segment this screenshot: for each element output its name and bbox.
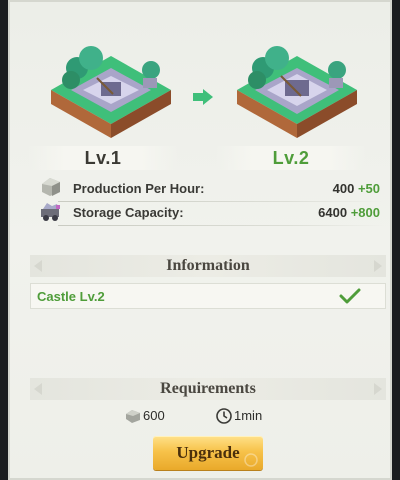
stat-base-value: 400 <box>332 181 355 196</box>
checkmark-icon <box>339 288 361 304</box>
stone-icon <box>126 410 140 423</box>
current-level-label: Lv.1 <box>28 146 178 170</box>
stat-base-value: 6400 <box>318 205 348 220</box>
badge-icon <box>244 453 258 467</box>
header-left-ornament <box>34 260 42 272</box>
stat-label: Production Per Hour: <box>73 181 205 196</box>
cost-requirement: 600 <box>124 406 184 426</box>
arrow-right-icon <box>193 89 213 105</box>
stat-row-production: Production Per Hour: 400 +50 <box>38 178 384 202</box>
time-value: 1min <box>234 408 263 423</box>
information-title: Information <box>166 257 250 274</box>
stat-values: 6400 +800 <box>318 205 380 220</box>
cost-value: 600 <box>143 408 165 423</box>
divider <box>58 225 384 226</box>
ore-cart-icon <box>41 203 60 221</box>
quarry-lv2-image <box>237 46 357 138</box>
stat-values: 400 +50 <box>333 181 380 196</box>
upgrade-button-label: Upgrade <box>176 443 240 462</box>
stat-bonus-value: +50 <box>357 181 380 196</box>
stat-label: Storage Capacity: <box>73 205 184 220</box>
requirement-item-label: Castle Lv.2 <box>37 289 105 304</box>
information-header: Information <box>30 255 386 277</box>
upgrade-button[interactable]: Upgrade <box>153 436 263 470</box>
header-right-ornament <box>374 260 382 272</box>
requirements-title: Requirements <box>160 380 256 397</box>
header-left-ornament <box>34 383 42 395</box>
stat-bonus-value: +800 <box>350 205 380 220</box>
time-requirement: 1min <box>215 406 285 426</box>
stat-row-storage: Storage Capacity: 6400 +800 <box>38 202 384 226</box>
quarry-lv1-image <box>51 46 171 138</box>
upgrade-panel: Lv.1 Lv.2 Production Per Hour: 400 +50 S… <box>8 0 392 480</box>
clock-icon <box>216 408 232 424</box>
information-item: Castle Lv.2 <box>30 283 386 309</box>
next-level-label: Lv.2 <box>216 146 366 170</box>
stone-ore-icon <box>42 178 60 196</box>
requirements-header: Requirements <box>30 378 386 400</box>
header-right-ornament <box>374 383 382 395</box>
